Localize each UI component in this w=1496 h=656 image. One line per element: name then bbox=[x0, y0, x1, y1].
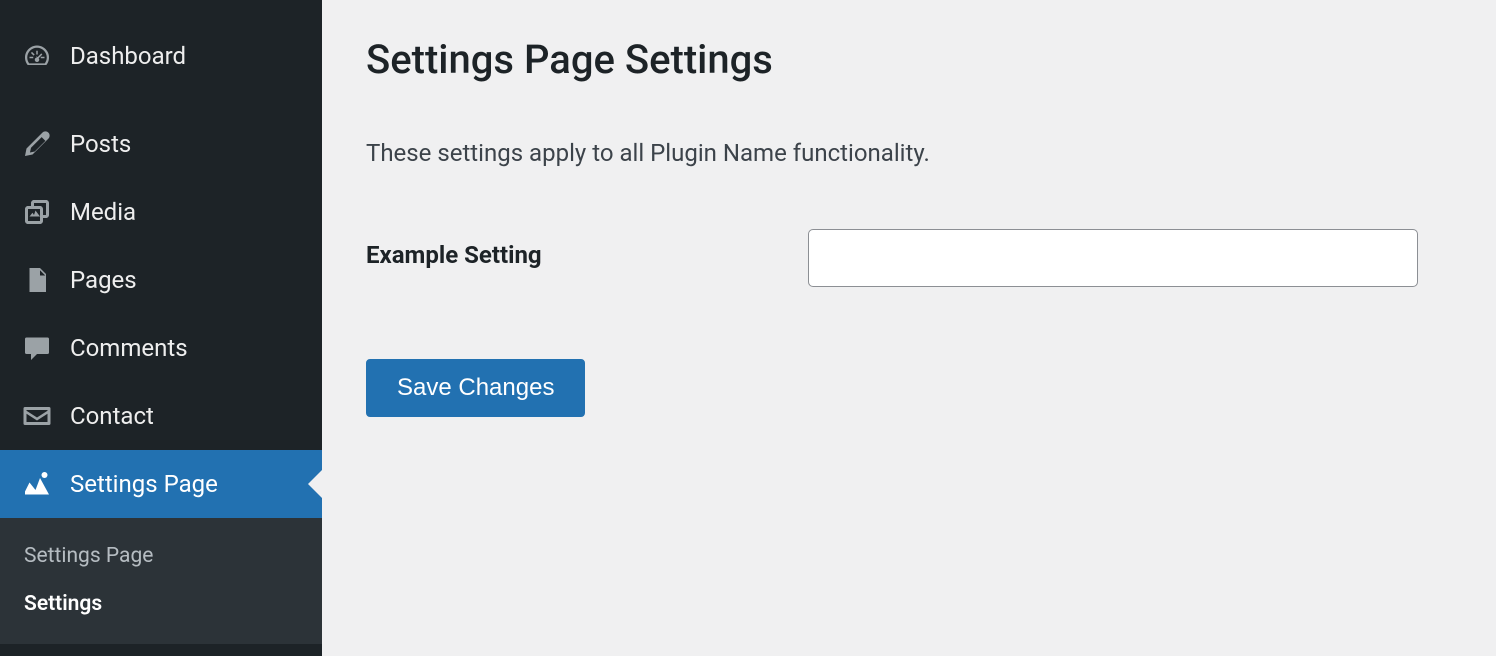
setting-label: Example Setting bbox=[366, 229, 808, 269]
sidebar-item-label: Settings Page bbox=[70, 470, 218, 498]
settings-page-icon bbox=[18, 465, 56, 503]
setting-row-example: Example Setting bbox=[366, 229, 1452, 287]
sidebar-item-label: Contact bbox=[70, 402, 154, 430]
sidebar-item-label: Comments bbox=[70, 334, 188, 362]
sidebar-item-label: Dashboard bbox=[70, 42, 186, 70]
comments-icon bbox=[18, 329, 56, 367]
sidebar-item-dashboard[interactable]: Dashboard bbox=[0, 22, 322, 90]
sidebar-item-label: Posts bbox=[70, 130, 131, 158]
save-changes-button[interactable]: Save Changes bbox=[366, 359, 585, 417]
menu-separator bbox=[0, 90, 322, 110]
setting-field bbox=[808, 229, 1418, 287]
sidebar-item-media[interactable]: Media bbox=[0, 178, 322, 246]
pages-icon bbox=[18, 261, 56, 299]
sidebar-item-contact[interactable]: Contact bbox=[0, 382, 322, 450]
sidebar-item-settings-page[interactable]: Settings Page bbox=[0, 450, 322, 518]
posts-icon bbox=[18, 125, 56, 163]
sidebar-item-label: Media bbox=[70, 198, 136, 226]
sidebar-submenu: Settings Page Settings bbox=[0, 518, 322, 644]
media-icon bbox=[18, 193, 56, 231]
page-description: These settings apply to all Plugin Name … bbox=[366, 139, 1452, 167]
sidebar-item-pages[interactable]: Pages bbox=[0, 246, 322, 314]
submenu-item-settings[interactable]: Settings bbox=[0, 580, 322, 628]
dashboard-icon bbox=[18, 37, 56, 75]
submenu-item-settings-page[interactable]: Settings Page bbox=[0, 532, 322, 580]
page-title: Settings Page Settings bbox=[366, 36, 1452, 83]
sidebar-item-posts[interactable]: Posts bbox=[0, 110, 322, 178]
example-setting-input[interactable] bbox=[808, 229, 1418, 287]
main-content: Settings Page Settings These settings ap… bbox=[322, 0, 1496, 656]
admin-sidebar: Dashboard Posts Media Pages Comments Con… bbox=[0, 0, 322, 656]
contact-icon bbox=[18, 397, 56, 435]
sidebar-item-comments[interactable]: Comments bbox=[0, 314, 322, 382]
sidebar-item-label: Pages bbox=[70, 266, 137, 294]
